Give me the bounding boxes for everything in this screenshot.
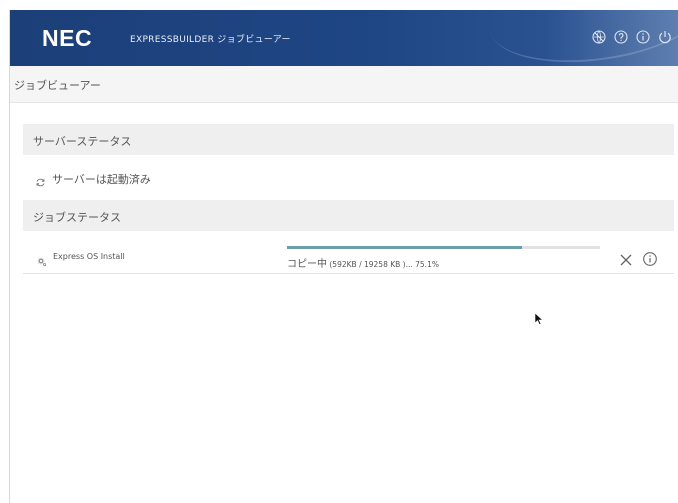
app-header: NEC EXPRESSBUILDER ジョブビューアー — [10, 10, 678, 66]
app-window: NEC EXPRESSBUILDER ジョブビューアー ジョブビューアー サーバ… — [9, 10, 678, 503]
job-status-heading: ジョブステータス — [33, 211, 121, 224]
gear-icon — [37, 252, 47, 267]
help-icon[interactable] — [613, 29, 629, 45]
refresh-icon — [35, 173, 46, 187]
server-status-text: サーバーは起動済み — [52, 173, 151, 186]
brand-logo: NEC — [42, 25, 93, 51]
globe-slash-icon[interactable] — [591, 29, 607, 45]
page-title-bar: ジョブビューアー — [10, 66, 678, 103]
info-icon[interactable] — [635, 29, 651, 45]
job-progress-text: コピー中 (592KB / 19258 KB )... 75.1% — [287, 255, 439, 270]
job-name: Express OS Install — [53, 252, 125, 261]
info-icon — [643, 252, 657, 266]
close-icon — [620, 254, 632, 266]
job-progress-fill — [287, 246, 523, 249]
power-icon[interactable] — [657, 29, 673, 45]
product-name: EXPRESSBUILDER ジョブビューアー — [130, 35, 291, 45]
mouse-cursor — [534, 311, 544, 326]
job-info-button[interactable] — [642, 251, 658, 267]
page-title: ジョブビューアー — [14, 79, 101, 92]
header-actions — [591, 29, 673, 45]
server-status-row: サーバーは起動済み — [23, 165, 674, 191]
server-status-header: サーバーステータス — [23, 124, 674, 155]
job-state: コピー中 — [287, 259, 327, 270]
server-status-heading: サーバーステータス — [33, 135, 132, 148]
job-row: Express OS Install コピー中 (592KB / 19258 K… — [23, 241, 674, 274]
cancel-job-button[interactable] — [619, 252, 633, 266]
job-progress-detail: (592KB / 19258 KB )... 75.1% — [327, 260, 439, 269]
job-status-header: ジョブステータス — [23, 200, 674, 231]
job-progress-bar — [287, 246, 600, 249]
